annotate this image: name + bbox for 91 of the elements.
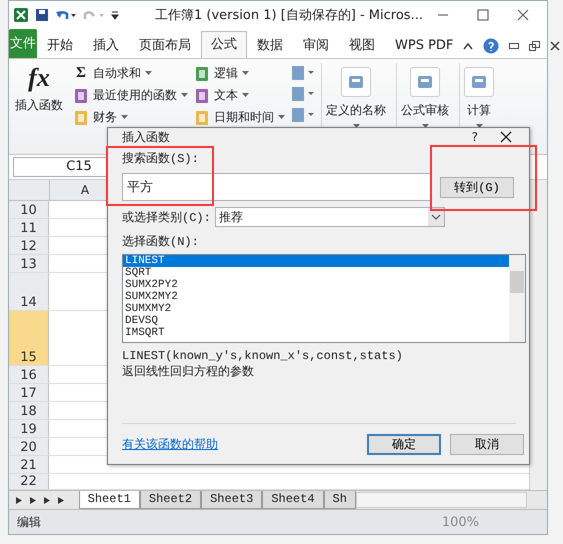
help-button[interactable]: ? [472, 130, 478, 144]
close-icon[interactable] [500, 131, 512, 143]
minimize-icon[interactable] [509, 43, 520, 49]
row-header[interactable]: 13 [9, 254, 49, 272]
ribbon-tab[interactable]: 页面布局 [129, 32, 201, 58]
sheet-tab[interactable]: Sheet3 [201, 491, 262, 509]
group-icon [470, 73, 488, 91]
function-book-icon [194, 110, 210, 126]
row-header[interactable]: 11 [9, 218, 49, 236]
sheet-tab[interactable]: Sheet1 [78, 491, 140, 509]
function-item[interactable]: SQRT [123, 267, 509, 279]
group-icon [416, 73, 434, 91]
caret-icon [242, 93, 249, 98]
caret-icon [242, 71, 249, 76]
ribbon-menu-button[interactable]: Σ 自动求和 [73, 65, 188, 82]
list-scrollbar[interactable] [509, 255, 525, 342]
undo-icon[interactable] [55, 8, 77, 22]
function-item[interactable]: SUMXMY2 [123, 303, 509, 315]
close-icon[interactable] [517, 9, 529, 21]
sheet-tab[interactable]: Sh [324, 491, 356, 509]
ribbon-tab[interactable]: 插入 [83, 32, 129, 58]
caret-icon [476, 124, 482, 129]
ribbon-tab[interactable]: 公式 [201, 31, 247, 58]
category-dropdown[interactable]: 推荐 [214, 207, 445, 227]
function-book-icon[interactable] [291, 65, 315, 81]
dialog-title: 插入函数 [122, 128, 170, 146]
ribbon-tab[interactable]: 文件 [9, 29, 37, 58]
caret-icon [278, 115, 285, 120]
maximize-icon[interactable] [477, 9, 489, 21]
help-icon[interactable] [483, 38, 500, 54]
vertical-scrollbar[interactable] [529, 180, 547, 490]
function-item[interactable]: DEVSQ [123, 315, 509, 327]
row-header[interactable]: 21 [9, 456, 49, 474]
function-description: 返回线性回归方程的参数 [122, 363, 255, 380]
function-item[interactable]: SUMX2PY2 [123, 279, 509, 291]
function-book-icon[interactable] [291, 107, 315, 123]
function-list-label: 选择函数(N): [122, 234, 200, 250]
ribbon-tab[interactable]: 审阅 [293, 32, 339, 58]
row-header[interactable]: 19 [9, 420, 49, 438]
function-book-icon [194, 88, 210, 104]
row-header[interactable]: 22 [9, 474, 49, 489]
help-link[interactable]: 有关该函数的帮助 [122, 436, 218, 452]
row-header[interactable]: 14 [9, 272, 49, 310]
ok-button[interactable]: 确定 [367, 434, 441, 454]
function-book-icon [73, 88, 89, 104]
ribbon-tab[interactable]: WPS PDF [385, 32, 464, 58]
caret-icon [145, 71, 152, 76]
restore-icon[interactable] [529, 41, 540, 51]
function-item[interactable]: LINEST [123, 255, 509, 267]
zoom-level: 100% [442, 514, 479, 530]
status-mode: 编辑 [17, 514, 41, 530]
sheet-tab[interactable]: Sheet2 [140, 491, 202, 509]
row-header[interactable]: 16 [9, 366, 49, 384]
ribbon-tab[interactable]: 数据 [247, 32, 293, 58]
go-button[interactable]: 转到(G) [440, 176, 514, 198]
ribbon-tab[interactable]: 视图 [339, 32, 385, 58]
ribbon-menu-button[interactable]: 日期和时间 [194, 109, 285, 126]
caret-icon [121, 115, 128, 120]
caret-icon [181, 93, 188, 98]
sheet-tab[interactable]: Sheet4 [262, 491, 324, 509]
ribbon-tab[interactable]: 开始 [37, 32, 83, 58]
ribbon-menu-button[interactable]: 财务 [73, 109, 188, 126]
close-icon[interactable] [550, 41, 560, 51]
row-header[interactable]: 15 [9, 310, 49, 366]
ribbon-menu-button[interactable]: 逻辑 [194, 65, 285, 82]
window-title: 工作簿1 (version 1) [自动保存的] - Micros... [155, 7, 423, 24]
group-icon [347, 73, 365, 91]
row-header[interactable]: 12 [9, 236, 49, 254]
function-item[interactable]: SUMX2MY2 [123, 291, 509, 303]
customize-icon[interactable] [111, 10, 119, 20]
caret-icon [352, 124, 360, 129]
collapse-icon[interactable] [463, 42, 474, 50]
excel-icon[interactable] [13, 7, 29, 23]
search-field[interactable]: 平方 [122, 173, 432, 201]
row-header[interactable]: 20 [9, 438, 49, 456]
category-label: 或选择类别(C): [122, 210, 211, 226]
row-header[interactable]: 10 [9, 201, 49, 218]
function-book-icon [73, 110, 89, 126]
ribbon-menu-button[interactable]: 最近使用的函数 [73, 87, 188, 104]
cancel-button[interactable]: 取消 [450, 434, 524, 454]
horizontal-scrollbar[interactable] [356, 492, 527, 508]
function-signature: LINEST(known_y's,known_x's,const,stats) [122, 349, 404, 363]
function-item[interactable]: IMSQRT [123, 327, 509, 339]
save-icon[interactable] [35, 8, 49, 22]
insert-function-button[interactable]: fx 插入函数 [11, 63, 67, 150]
row-header[interactable]: 17 [9, 384, 49, 402]
row-header[interactable]: 18 [9, 402, 49, 420]
ribbon-menu-button[interactable]: 文本 [194, 87, 285, 104]
function-book-icon[interactable] [291, 86, 315, 102]
caret-icon [422, 124, 428, 129]
function-book-icon [194, 66, 210, 82]
